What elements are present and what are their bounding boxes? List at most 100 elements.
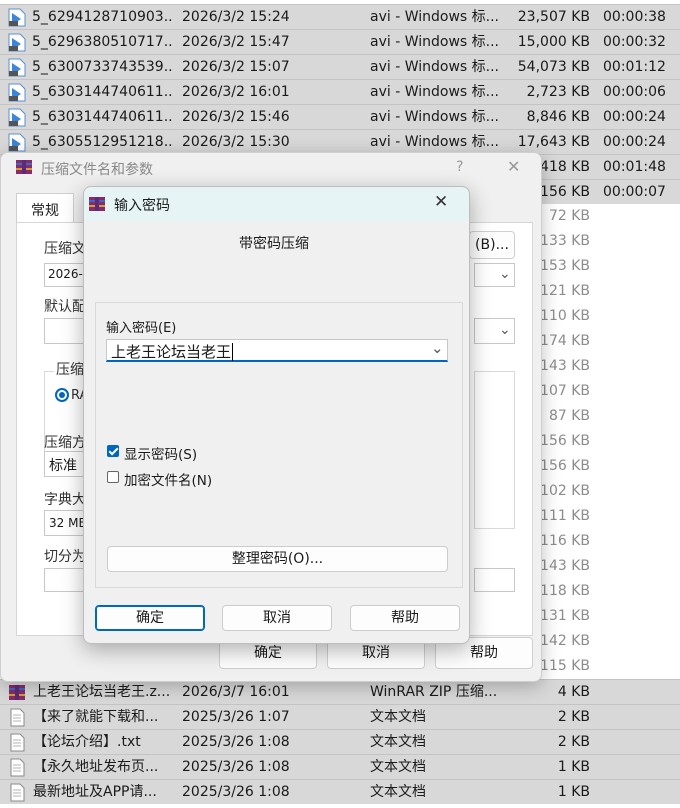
file-type: 文本文档	[370, 709, 426, 725]
archive-name-label: 压缩文	[44, 241, 86, 257]
file-row[interactable]: 5_6296380510717... 2026/3/2 15:47 avi - Wi…	[0, 29, 680, 54]
file-type: avi - Windows 标...	[370, 34, 500, 50]
help-button[interactable]: 帮助	[350, 605, 460, 631]
file-row[interactable]: 【来了就能下载和... 2025/3/26 1:07 文本文档 2 KB	[0, 704, 680, 729]
show-password-checkbox[interactable]	[107, 445, 119, 457]
encrypt-filenames-label: 加密文件名(N)	[124, 473, 213, 489]
file-size: 2,723 KB	[526, 84, 590, 100]
dialog-heading: 带密码压缩	[239, 236, 309, 252]
format-label: 压缩	[54, 359, 86, 379]
file-name: 上老王论坛当老王.z...	[33, 684, 171, 700]
tab-general[interactable]: 常规	[16, 193, 74, 224]
file-duration: 00:00:06	[603, 84, 666, 100]
file-size: 17,643 KB	[517, 134, 590, 150]
text-file-icon	[10, 783, 25, 802]
file-row[interactable]: 【永久地址发布页... 2025/3/26 1:08 文本文档 1 KB	[0, 754, 680, 779]
file-size: 1 KB	[557, 784, 590, 800]
chevron-down-icon[interactable]: ⌄	[431, 339, 444, 357]
dialog-title: 压缩文件名和参数	[41, 162, 153, 178]
options-group	[474, 371, 515, 529]
file-duration: 00:00:38	[603, 9, 666, 25]
file-date: 2026/3/2 15:46	[182, 109, 290, 125]
file-type: 文本文档	[370, 759, 426, 775]
split-label: 切分为	[44, 549, 86, 565]
dictionary-label: 字典大	[44, 492, 86, 508]
organize-passwords-button[interactable]: 整理密码(O)...	[107, 546, 448, 572]
close-icon[interactable]: ✕	[434, 192, 448, 212]
split-input-right[interactable]	[474, 568, 515, 592]
ok-button[interactable]: 确定	[95, 605, 205, 631]
file-row[interactable]: 5_6303144740611... 2026/3/2 16:01 avi - Wi…	[0, 79, 680, 104]
file-type: avi - Windows 标...	[370, 134, 500, 150]
file-row[interactable]: 5_6303144740611... 2026/3/2 15:46 avi - Wi…	[0, 104, 680, 129]
radio-rar[interactable]	[55, 388, 69, 402]
video-file-icon	[8, 33, 26, 52]
file-date: 2026/3/2 15:47	[182, 34, 290, 50]
file-size: 54,073 KB	[517, 59, 590, 75]
chevron-down-icon: ⌄	[499, 322, 511, 338]
file-date: 2026/3/2 15:07	[182, 59, 290, 75]
file-row[interactable]: 5_6300733743539... 2026/3/2 15:07 avi - Wi…	[0, 54, 680, 79]
browse-button[interactable]: (B)...	[469, 231, 515, 259]
show-password-label: 显示密码(S)	[124, 447, 198, 463]
file-date: 2025/3/26 1:08	[182, 734, 290, 750]
file-date: 2025/3/26 1:08	[182, 759, 290, 775]
file-duration: 00:00:07	[603, 184, 666, 200]
file-duration: 00:01:12	[603, 59, 666, 75]
file-name: 5_6300733743539...	[32, 59, 172, 75]
file-size: 8,846 KB	[526, 109, 590, 125]
archive-name-dropdown[interactable]: ⌄	[474, 263, 515, 287]
help-icon[interactable]: ?	[456, 159, 463, 175]
password-value: 上老王论坛当老王​	[111, 343, 234, 361]
file-size: 2 KB	[557, 734, 590, 750]
file-size: 4 KB	[557, 684, 590, 700]
text-file-icon	[10, 733, 25, 752]
file-type: avi - Windows 标...	[370, 84, 500, 100]
video-file-icon	[8, 83, 26, 102]
file-type: WinRAR ZIP 压缩...	[370, 684, 498, 700]
file-duration: 00:01:48	[603, 159, 666, 175]
file-row[interactable]: 5_6305512951218... 2026/3/2 15:30 avi - Wi…	[0, 129, 680, 154]
dictionary-value: 32 MB	[49, 516, 87, 530]
file-type: avi - Windows 标...	[370, 109, 500, 125]
file-row[interactable]: 【论坛介绍】.txt 2025/3/26 1:08 文本文档 2 KB	[0, 729, 680, 754]
radio-dot	[59, 392, 65, 398]
file-date: 2025/3/26 1:08	[182, 784, 290, 800]
video-file-icon	[8, 133, 26, 152]
file-date: 2026/3/2 15:30	[182, 134, 290, 150]
file-name: 【论坛介绍】.txt	[33, 734, 141, 750]
video-file-icon	[8, 108, 26, 127]
file-type: 文本文档	[370, 784, 426, 800]
password-input[interactable]: 上老王论坛当老王​ ⌄	[106, 339, 448, 362]
file-duration: 00:00:32	[603, 34, 666, 50]
file-date: 2026/3/2 15:24	[182, 9, 290, 25]
file-type: 文本文档	[370, 734, 426, 750]
file-type: avi - Windows 标...	[370, 9, 500, 25]
text-caret: ​	[232, 343, 234, 361]
enter-password-label: 输入密码(E)	[106, 321, 177, 336]
file-type: avi - Windows 标...	[370, 59, 500, 75]
tab-general-label: 常规	[31, 203, 59, 219]
file-name: 5_6303144740611...	[32, 109, 172, 125]
dialog-title: 输入密码	[114, 198, 170, 214]
file-row[interactable]: 最新地址及APP请... 2025/3/26 1:08 文本文档 1 KB	[0, 779, 680, 804]
file-name: 5_6296380510717...	[32, 34, 172, 50]
cancel-button[interactable]: 取消	[222, 605, 332, 631]
file-duration: 00:00:24	[603, 134, 666, 150]
file-name: 5_6294128710903...	[32, 9, 172, 25]
file-size: 23,507 KB	[517, 9, 590, 25]
password-group: 输入密码(E) 上老王论坛当老王​ ⌄ 显示密码(S) 加密文件名(N) 整理密…	[95, 302, 463, 588]
file-date: 2026/3/2 16:01	[182, 84, 290, 100]
chevron-down-icon: ⌄	[499, 266, 511, 282]
text-file-icon	[10, 758, 25, 777]
method-label: 压缩方	[44, 435, 86, 451]
encrypt-filenames-checkbox[interactable]	[107, 471, 119, 483]
file-row[interactable]: 5_6294128710903... 2026/3/2 15:24 avi - Wi…	[0, 4, 680, 29]
file-date: 2026/3/7 16:01	[182, 684, 290, 700]
file-name: 5_6303144740611...	[32, 84, 172, 100]
profile-dropdown[interactable]: ⌄	[474, 318, 515, 344]
enter-password-dialog: 输入密码 ✕ 带密码压缩 输入密码(E) 上老王论坛当老王​ ⌄ 显示密码(S)…	[83, 186, 470, 644]
file-row[interactable]: 上老王论坛当老王.z... 2026/3/7 16:01 WinRAR ZIP 压缩…	[0, 679, 680, 704]
file-name: 【来了就能下载和...	[33, 709, 159, 725]
close-icon[interactable]: ✕	[507, 157, 520, 176]
